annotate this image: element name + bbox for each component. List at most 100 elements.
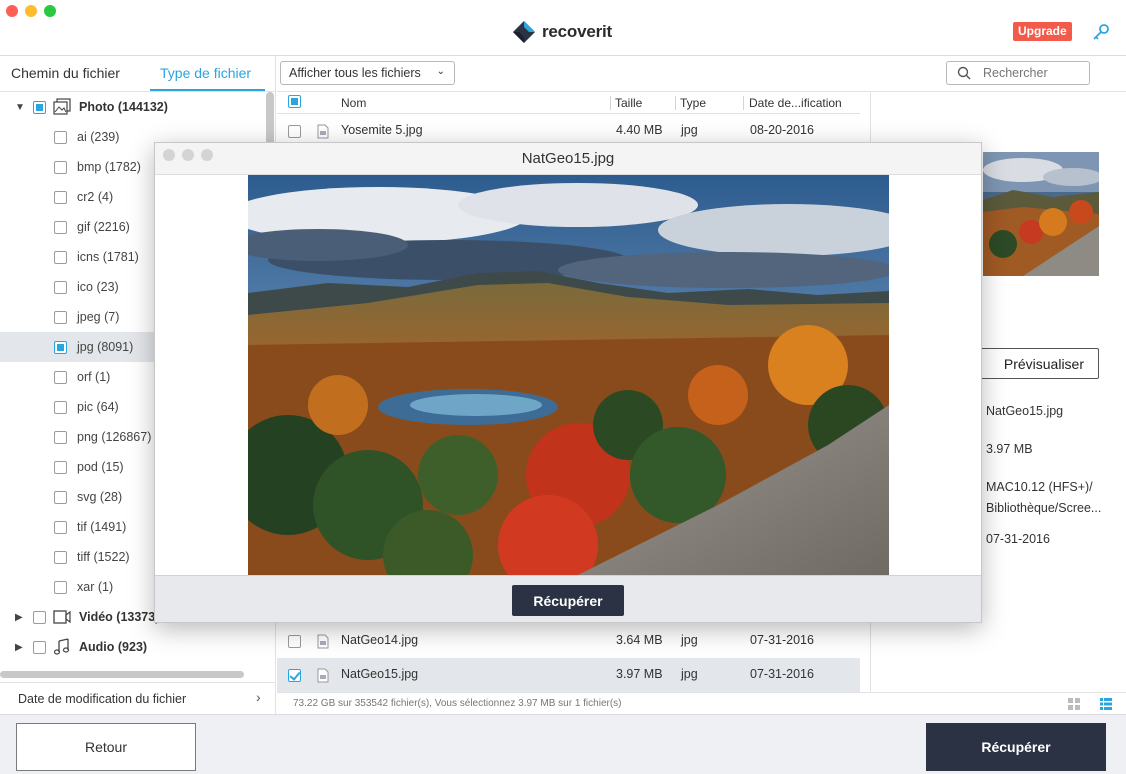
checkbox[interactable] — [54, 430, 67, 444]
tree-item-label: ai (239) — [77, 130, 120, 144]
column-divider — [743, 96, 744, 110]
expand-caret-icon[interactable]: ▶ — [15, 642, 23, 653]
file-list-header: Nom Taille Type Date de...ification — [277, 92, 860, 114]
title-bar: recoverit Upgrade — [0, 0, 1126, 56]
row-checkbox[interactable] — [288, 635, 301, 648]
modal-close-button[interactable] — [163, 149, 175, 161]
file-type: jpg — [681, 667, 698, 681]
sidebar-tabs: Chemin du fichier Type de fichier — [0, 56, 276, 92]
table-row[interactable]: NatGeo15.jpg 3.97 MB jpg 07-31-2016 — [277, 658, 860, 692]
checkbox[interactable] — [33, 640, 46, 654]
recover-button[interactable]: Récupérer — [926, 723, 1106, 771]
checkbox[interactable] — [54, 340, 67, 354]
video-icon — [53, 610, 71, 624]
modal-window-controls — [163, 149, 213, 161]
file-date: 07-31-2016 — [750, 667, 814, 681]
search-box[interactable] — [946, 61, 1090, 85]
checkbox[interactable] — [54, 280, 67, 294]
modal-zoom-button[interactable] — [201, 149, 213, 161]
checkbox[interactable] — [54, 460, 67, 474]
toolbar: Afficher tous les fichiers ⌄ — [277, 56, 1126, 92]
file-name: NatGeo15.jpg — [341, 667, 419, 681]
tree-item-label: svg (28) — [77, 490, 123, 504]
checkbox[interactable] — [54, 520, 67, 534]
search-input[interactable] — [983, 65, 1083, 81]
tree-item-audio[interactable]: ▶ Audio (923) — [0, 632, 266, 662]
chevron-down-icon: ⌄ — [436, 66, 445, 77]
checkbox[interactable] — [33, 100, 46, 114]
sidebar-horizontal-scrollbar[interactable] — [0, 671, 244, 678]
column-type[interactable]: Type — [680, 96, 706, 110]
app-logo: recoverit — [512, 20, 612, 44]
upgrade-button[interactable]: Upgrade — [1013, 22, 1072, 41]
checkbox[interactable] — [54, 220, 67, 234]
checkbox[interactable] — [54, 250, 67, 264]
tree-item-label: tiff (1522) — [77, 550, 130, 564]
row-checkbox[interactable] — [288, 669, 301, 682]
tree-item-label: Vidéo (13373) — [79, 610, 160, 624]
checkbox[interactable] — [54, 580, 67, 594]
detail-file-date: 07-31-2016 — [986, 532, 1050, 546]
chevron-right-icon: › — [256, 689, 261, 705]
column-name[interactable]: Nom — [341, 96, 366, 110]
grid-view-icon[interactable] — [1067, 697, 1081, 711]
modal-title: NatGeo15.jpg — [521, 150, 615, 167]
date-filter-label: Date de modification du fichier — [18, 692, 187, 706]
tree-item-label: pod (15) — [77, 460, 124, 474]
checkbox[interactable] — [33, 610, 46, 624]
row-checkbox[interactable] — [288, 125, 301, 138]
tree-item-label: gif (2216) — [77, 220, 130, 234]
file-name: NatGeo14.jpg — [341, 633, 419, 647]
checkbox[interactable] — [54, 160, 67, 174]
file-name: Yosemite 5.jpg — [341, 123, 423, 137]
expand-caret-icon[interactable]: ▼ — [15, 102, 25, 113]
checkbox[interactable] — [54, 310, 67, 324]
tree-item-label: xar (1) — [77, 580, 114, 594]
brand-name: recoverit — [542, 22, 613, 41]
file-filter-value: Afficher tous les fichiers — [289, 66, 421, 80]
select-all-checkbox[interactable] — [288, 95, 301, 108]
recoverit-logo-icon — [513, 21, 535, 43]
checkbox[interactable] — [54, 370, 67, 384]
checkbox[interactable] — [54, 400, 67, 414]
preview-modal: NatGeo15.jpg Récupérer — [154, 142, 982, 623]
tree-item-label: pic (64) — [77, 400, 119, 414]
window-controls — [6, 5, 56, 17]
tree-item-label: ico (23) — [77, 280, 119, 294]
tab-file-path[interactable]: Chemin du fichier — [11, 65, 120, 81]
column-size[interactable]: Taille — [615, 96, 642, 110]
checkbox[interactable] — [54, 490, 67, 504]
key-icon[interactable] — [1092, 23, 1110, 41]
tree-item-photo[interactable]: ▼ Photo (144132) — [0, 92, 266, 122]
detail-file-path-line2: Bibliothèque/Scree... — [986, 501, 1102, 515]
image-file-icon — [317, 668, 329, 683]
checkbox[interactable] — [54, 190, 67, 204]
list-view-icon[interactable] — [1099, 697, 1113, 711]
table-row[interactable]: NatGeo14.jpg 3.64 MB jpg 07-31-2016 — [277, 624, 860, 658]
back-button[interactable]: Retour — [16, 723, 196, 771]
file-filter-dropdown[interactable]: Afficher tous les fichiers ⌄ — [280, 61, 455, 85]
zoom-window-button[interactable] — [44, 5, 56, 17]
photo-icon — [53, 98, 71, 115]
close-window-button[interactable] — [6, 5, 18, 17]
minimize-window-button[interactable] — [25, 5, 37, 17]
file-date: 07-31-2016 — [750, 633, 814, 647]
column-divider — [610, 96, 611, 110]
status-bar: 73.22 GB sur 353542 fichier(s), Vous sél… — [277, 692, 1126, 714]
expand-caret-icon[interactable]: ▶ — [15, 612, 23, 623]
date-filter-row[interactable]: Date de modification du fichier › — [0, 682, 276, 714]
music-icon — [53, 638, 70, 655]
file-date: 08-20-2016 — [750, 123, 814, 137]
modal-minimize-button[interactable] — [182, 149, 194, 161]
selected-file-thumbnail — [983, 152, 1099, 276]
file-size: 3.97 MB — [616, 667, 663, 681]
tab-file-type[interactable]: Type de fichier — [160, 65, 251, 81]
checkbox[interactable] — [54, 550, 67, 564]
tree-item-label: cr2 (4) — [77, 190, 114, 204]
tree-item-label: icns (1781) — [77, 250, 139, 264]
modal-title-bar: NatGeo15.jpg — [155, 143, 981, 175]
checkbox[interactable] — [54, 130, 67, 144]
column-date[interactable]: Date de...ification — [749, 96, 842, 110]
modal-recover-button[interactable]: Récupérer — [512, 585, 624, 616]
tree-item-label: tif (1491) — [77, 520, 127, 534]
